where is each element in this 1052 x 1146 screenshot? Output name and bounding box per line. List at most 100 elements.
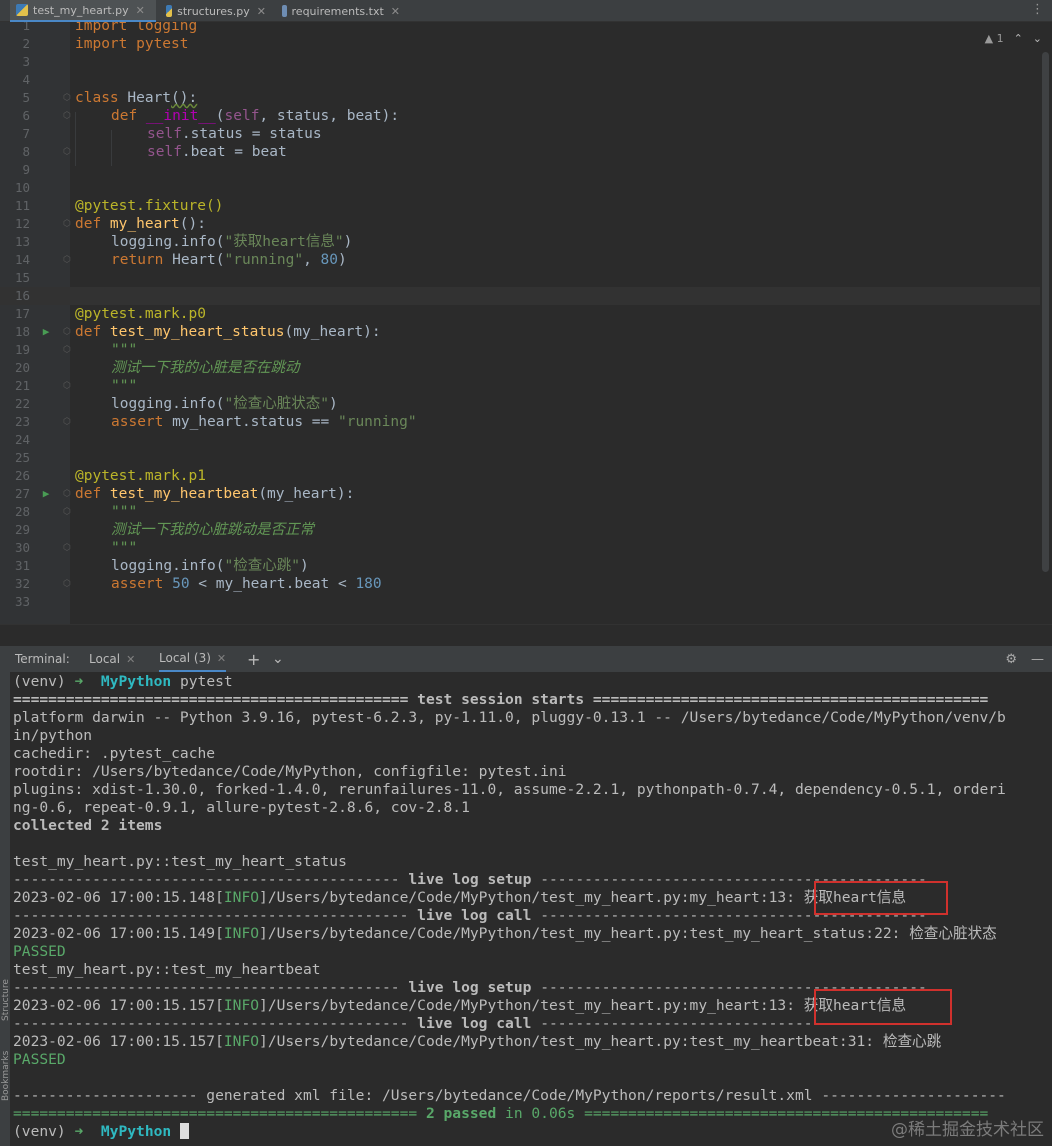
line-number: 16 <box>14 288 30 303</box>
code-line[interactable]: 14 ⬡ return Heart("running", 80) <box>0 251 1040 269</box>
code-line[interactable]: 7 self.status = status <box>0 125 1040 143</box>
code-line[interactable]: 17 @pytest.mark.p0 <box>0 305 1040 323</box>
line-number: 21 <box>14 378 30 393</box>
code-token: (my_heart): <box>258 486 355 502</box>
code-line[interactable]: 30 ⬡ """ <box>0 539 1040 557</box>
tab-terminal-local-3[interactable]: Local (3) ✕ <box>159 646 227 672</box>
code-line[interactable]: 22 logging.info("检查心脏状态") <box>0 395 1040 413</box>
code-line[interactable]: 19 ⬡ """ <box>0 341 1040 359</box>
summary-line: ========================================… <box>13 1105 989 1122</box>
line-number: 22 <box>14 396 30 411</box>
code-line[interactable]: 31 logging.info("检查心跳") <box>0 557 1040 575</box>
code-line[interactable]: 3 <box>0 53 1040 71</box>
code-token: ( <box>215 108 225 124</box>
code-line[interactable]: 2 import pytest <box>0 35 1040 53</box>
prompt-dir: MyPython <box>100 673 172 690</box>
prompt-line: (venv) ➜ MyPython <box>13 1123 1043 1141</box>
code-line[interactable]: 26 @pytest.mark.p1 <box>0 467 1040 485</box>
fold-marker-icon[interactable]: ⬡ <box>63 413 71 431</box>
fold-marker-icon[interactable]: ⬡ <box>63 143 71 161</box>
code-line[interactable]: 11 @pytest.fixture() <box>0 197 1040 215</box>
panel-separator[interactable] <box>0 624 1052 646</box>
editor-tab-bar: test_my_heart.py ✕ structures.py ✕ requi… <box>0 0 1052 22</box>
more-tabs-icon[interactable]: ⋮ <box>1031 2 1044 17</box>
fold-marker-icon[interactable]: ⬡ <box>63 377 71 395</box>
fold-marker-icon[interactable]: ⬡ <box>63 575 71 593</box>
passed-status: PASSED <box>13 943 66 960</box>
editor-scrollbar[interactable] <box>1042 52 1049 572</box>
fold-marker-icon[interactable]: ⬡ <box>63 323 71 341</box>
code-line[interactable]: 18 ▶ ⬡ def test_my_heart_status(my_heart): <box>0 323 1040 341</box>
code-token: ) <box>328 396 338 412</box>
line-number: 8 <box>22 144 30 159</box>
code-editor[interactable]: ▲ 1 ⌃ ⌄ 1 import logging 2 import pytest 3 4 5… <box>0 22 1052 624</box>
code-line[interactable]: 13 logging.info("获取heart信息") <box>0 233 1040 251</box>
code-line[interactable]: 8 ⬡ self.beat = beat <box>0 143 1040 161</box>
fold-marker-icon[interactable]: ⬡ <box>63 215 71 233</box>
code-line[interactable]: 32 ⬡ assert 50 < my_heart.beat < 180 <box>0 575 1040 593</box>
fold-marker-icon[interactable]: ⬡ <box>63 107 71 125</box>
code-line[interactable]: 23 ⬡ assert my_heart.status == "running" <box>0 413 1040 431</box>
code-line[interactable]: 4 <box>0 71 1040 89</box>
prompt-venv: (venv) <box>13 1123 66 1140</box>
fold-marker-icon[interactable]: ⬡ <box>63 503 71 521</box>
code-token: 测试一下我的心脏跳动是否正常 <box>111 522 314 538</box>
code-line[interactable]: 6 ⬡ def __init__(self, status, beat): <box>0 107 1040 125</box>
close-icon[interactable]: ✕ <box>257 5 266 18</box>
code-line[interactable]: 20 测试一下我的心脏是否在跳动 <box>0 359 1040 377</box>
collected-line: collected 2 items <box>13 817 163 834</box>
code-token: """ <box>111 504 138 520</box>
tab-terminal-local[interactable]: Local ✕ <box>89 646 135 672</box>
code-line[interactable]: 29 测试一下我的心脏跳动是否正常 <box>0 521 1040 539</box>
code-token: """ <box>111 342 138 358</box>
close-icon[interactable]: ✕ <box>391 5 400 18</box>
code-text: logging.info("检查心脏状态") <box>111 395 338 413</box>
tab-requirements[interactable]: requirements.txt ✕ <box>276 0 406 22</box>
line-number: 9 <box>22 162 30 177</box>
fold-marker-icon[interactable]: ⬡ <box>63 485 71 503</box>
close-icon[interactable]: ✕ <box>136 4 145 17</box>
code-line[interactable]: 33 <box>0 593 1040 611</box>
code-token: , <box>303 252 321 268</box>
chevron-down-icon[interactable]: ⌄ <box>272 646 284 672</box>
code-token: my_heart.status == <box>172 414 338 430</box>
fold-marker-icon[interactable]: ⬡ <box>63 89 71 107</box>
code-token: "获取heart信息" <box>224 234 344 250</box>
code-line[interactable]: 25 <box>0 449 1040 467</box>
fold-marker-icon[interactable]: ⬡ <box>63 341 71 359</box>
code-text: def test_my_heartbeat(my_heart): <box>75 485 354 503</box>
passed-status: PASSED <box>13 1051 66 1068</box>
close-icon[interactable]: ✕ <box>217 652 226 665</box>
log-record: 2023-02-06 17:00:15.149[INFO]/Users/byte… <box>13 925 997 942</box>
code-text: 测试一下我的心脏是否在跳动 <box>111 359 300 377</box>
code-line[interactable]: 12 ⬡ def my_heart(): <box>0 215 1040 233</box>
add-terminal-icon[interactable]: + <box>247 646 260 672</box>
code-line[interactable]: 1 import logging <box>0 22 1040 35</box>
left-tool-strip: Structure Bookmarks <box>0 646 11 1146</box>
fold-marker-icon[interactable]: ⬡ <box>63 539 71 557</box>
code-line[interactable]: 24 <box>0 431 1040 449</box>
code-line[interactable]: 28 ⬡ """ <box>0 503 1040 521</box>
code-line[interactable]: 15 <box>0 269 1040 287</box>
close-icon[interactable]: ✕ <box>126 653 135 666</box>
tab-test-my-heart[interactable]: test_my_heart.py ✕ <box>10 0 156 22</box>
run-test-icon[interactable]: ▶ <box>41 485 51 503</box>
code-token: def <box>75 324 110 340</box>
terminal-output[interactable]: (venv) ➜ MyPython pytest ===============… <box>10 672 1052 1146</box>
code-line[interactable]: 5 ⬡ class Heart(): <box>0 89 1040 107</box>
code-token: ) <box>299 558 309 574</box>
code-line[interactable]: 16 <box>0 287 1040 305</box>
code-line[interactable]: 10 <box>0 179 1040 197</box>
code-token: my_heart <box>109 216 180 232</box>
fold-marker-icon[interactable]: ⬡ <box>63 251 71 269</box>
code-token: logging.info( <box>111 396 225 412</box>
code-token: """ <box>111 378 138 394</box>
run-test-icon[interactable]: ▶ <box>41 323 51 341</box>
minimize-icon[interactable]: — <box>1031 652 1044 667</box>
code-line[interactable]: 27 ▶ ⬡ def test_my_heartbeat(my_heart): <box>0 485 1040 503</box>
code-line[interactable]: 9 <box>0 161 1040 179</box>
gear-icon[interactable]: ⚙ <box>1005 652 1017 667</box>
highlight-box <box>814 881 948 915</box>
tab-structures[interactable]: structures.py ✕ <box>160 0 272 22</box>
code-line[interactable]: 21 ⬡ """ <box>0 377 1040 395</box>
